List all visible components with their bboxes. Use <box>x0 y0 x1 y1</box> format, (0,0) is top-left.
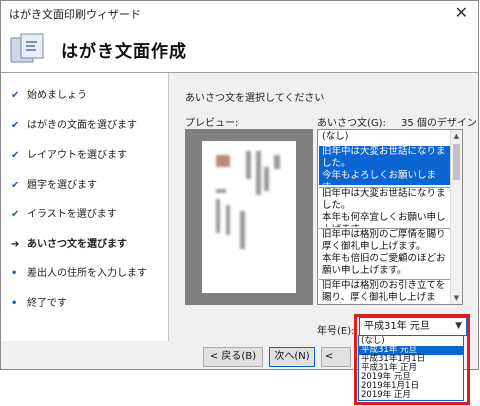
step-finish: • 終了です <box>11 295 67 313</box>
step-layout: ✔ レイアウトを選びます <box>11 147 127 165</box>
preview-text-block <box>256 151 261 195</box>
step-greeting-current: ➔ あいさつ文を選びます <box>11 236 127 254</box>
step-label: 始めましょう <box>27 90 87 101</box>
design-count: 35 個のデザイン <box>401 118 477 129</box>
step-choose-design: ✔ はがきの文面を選びます <box>11 117 137 135</box>
arrow-right-icon: ➔ <box>11 239 20 250</box>
greeting-list-label: あいさつ文(G): <box>317 118 386 129</box>
step-label: 終了です <box>27 298 67 309</box>
postcard-preview <box>185 129 313 305</box>
window-title: はがき文面印刷ウィザード <box>9 8 141 21</box>
list-item[interactable]: (なし) <box>319 131 451 146</box>
greeting-listbox[interactable]: (なし) 旧年中は大変お世話になりました。 今年もよろしくお願いします。 旧年中… <box>317 129 463 305</box>
wizard-card-icon <box>10 33 44 63</box>
scroll-up-icon[interactable]: ▲ <box>451 130 462 142</box>
close-icon[interactable]: ✕ <box>455 3 468 22</box>
list-item[interactable]: 旧年中は格別のご厚情を賜り厚く御礼申し上げます。 本年も倍旧のご愛顧のほどお願い… <box>319 228 451 278</box>
step-label: 題字を選びます <box>27 180 97 191</box>
steps-sidebar: ✔ 始めましょう ✔ はがきの文面を選びます ✔ レイアウトを選びます ✔ 題字を選びま… <box>1 73 169 341</box>
page-title: はがき文面作成 <box>61 42 187 62</box>
checkmark-icon: ✔ <box>11 180 20 191</box>
step-title-text: ✔ 題字を選びます <box>11 177 97 195</box>
highlight-frame <box>354 314 470 405</box>
checkmark-icon: ✔ <box>11 150 20 161</box>
back-button[interactable]: < 戻る(B) <box>203 347 263 367</box>
partial-button[interactable]: < <box>321 347 351 367</box>
preview-text-block <box>226 205 230 235</box>
list-item[interactable]: 旧年中は格別のお引き立てを賜り、厚く御礼申し上げます。 本年も倍旧のご指導のほど… <box>319 279 451 304</box>
step-label: レイアウトを選びます <box>27 150 127 161</box>
title-bar: はがき文面印刷ウィザード ✕ <box>1 1 478 25</box>
step-sender-address: • 差出人の住所を入力します <box>11 265 147 283</box>
preview-label: プレビュー: <box>185 118 239 129</box>
instruction-text: あいさつ文を選択してください <box>185 93 325 104</box>
preview-text-block <box>216 189 226 193</box>
preview-illustration <box>216 155 230 167</box>
step-label: イラストを選びます <box>27 209 117 220</box>
bullet-icon: • <box>11 268 18 279</box>
step-label: はがきの文面を選びます <box>27 120 137 131</box>
wizard-header: はがき文面作成 <box>1 25 478 73</box>
checkmark-icon: ✔ <box>11 120 20 131</box>
bullet-icon: • <box>11 298 18 309</box>
preview-text-block <box>264 167 269 191</box>
step-label: 差出人の住所を入力します <box>27 268 147 279</box>
checkmark-icon: ✔ <box>11 90 20 101</box>
scroll-thumb[interactable] <box>453 144 460 180</box>
scroll-down-icon[interactable]: ▼ <box>451 292 462 304</box>
preview-text-block <box>274 155 280 169</box>
step-illustration: ✔ イラストを選びます <box>11 206 117 224</box>
step-label: あいさつ文を選びます <box>27 239 127 250</box>
list-item-selected[interactable]: 旧年中は大変お世話になりました。 今年もよろしくお願いします。 <box>319 146 451 193</box>
list-scrollbar[interactable]: ▲ ▼ <box>450 130 462 304</box>
preview-text-block <box>240 211 245 249</box>
postcard-thumbnail <box>202 141 296 293</box>
step-start: ✔ 始めましょう <box>11 87 87 105</box>
preview-text-block <box>246 151 251 179</box>
list-item[interactable]: 旧年中は大変お世話になりました。 本年も何卒宜しくお願い申し上げます。 <box>319 187 451 227</box>
checkmark-icon: ✔ <box>11 209 20 220</box>
greeting-panel: あいさつ文を選択してください プレビュー: あいさつ文(G): 35 個のデザイ… <box>169 73 479 341</box>
next-button[interactable]: 次へ(N) <box>269 347 315 367</box>
era-label: 年号(E): <box>317 326 355 337</box>
preview-text-block <box>216 199 220 233</box>
